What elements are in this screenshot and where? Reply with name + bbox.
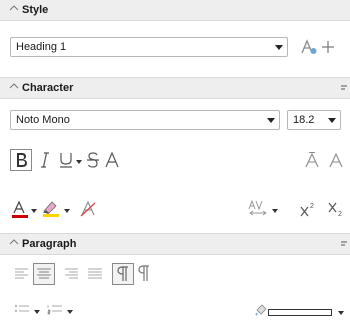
section-title: Style bbox=[22, 4, 49, 16]
align-right-icon[interactable] bbox=[63, 266, 79, 282]
font-color-dropdown-icon[interactable] bbox=[31, 209, 37, 213]
subscript-icon[interactable]: 2 bbox=[327, 199, 349, 221]
character-spacing-dropdown-icon[interactable] bbox=[272, 209, 278, 213]
collapse-icon[interactable] bbox=[9, 3, 19, 13]
dropdown-arrow-icon[interactable] bbox=[275, 45, 283, 50]
font-size-combo[interactable]: 18.2 bbox=[287, 110, 341, 130]
unordered-list-icon[interactable] bbox=[14, 303, 30, 317]
collapse-icon[interactable] bbox=[9, 237, 19, 247]
highlight-dropdown-icon[interactable] bbox=[64, 209, 70, 213]
font-color-icon[interactable] bbox=[10, 200, 30, 220]
clear-formatting-icon[interactable] bbox=[78, 199, 98, 219]
underline-dropdown-icon[interactable] bbox=[76, 160, 82, 164]
ordered-list-dropdown-icon[interactable] bbox=[67, 310, 73, 314]
collapse-icon[interactable] bbox=[9, 81, 19, 91]
rtl-direction-icon[interactable] bbox=[136, 264, 154, 284]
svg-text:2: 2 bbox=[310, 203, 314, 210]
italic-icon[interactable] bbox=[38, 151, 52, 169]
underline-icon[interactable] bbox=[58, 151, 74, 169]
svg-text:2: 2 bbox=[338, 211, 342, 218]
update-style-icon[interactable] bbox=[300, 38, 318, 56]
dropdown-arrow-icon[interactable] bbox=[267, 118, 275, 123]
justify-icon[interactable] bbox=[87, 266, 103, 282]
paragraph-style-combo[interactable]: Heading 1 bbox=[10, 37, 288, 57]
character-section-header[interactable]: Character bbox=[0, 77, 350, 99]
align-center-icon[interactable] bbox=[33, 263, 55, 285]
dropdown-arrow-icon[interactable] bbox=[328, 118, 336, 123]
paragraph-section-header[interactable]: Paragraph bbox=[0, 233, 350, 255]
section-title: Paragraph bbox=[22, 238, 77, 250]
style-section-header[interactable]: Style bbox=[0, 0, 350, 21]
font-size-value: 18.2 bbox=[293, 114, 315, 126]
font-name-value: Noto Mono bbox=[16, 114, 70, 126]
align-left-icon[interactable] bbox=[14, 266, 30, 282]
border-color-dropdown-icon[interactable] bbox=[338, 311, 344, 315]
ordered-list-icon[interactable] bbox=[47, 303, 63, 317]
paragraph-style-value: Heading 1 bbox=[16, 41, 67, 53]
bold-icon[interactable] bbox=[10, 149, 32, 171]
section-title: Character bbox=[22, 82, 74, 94]
increase-font-icon[interactable] bbox=[303, 151, 321, 169]
more-options-icon[interactable] bbox=[340, 239, 348, 249]
strikethrough-icon[interactable] bbox=[86, 151, 100, 169]
character-spacing-icon[interactable] bbox=[248, 199, 268, 219]
decrease-font-icon[interactable] bbox=[328, 152, 344, 168]
superscript-icon[interactable]: 2 bbox=[299, 199, 319, 219]
paragraph-background-icon[interactable] bbox=[254, 302, 268, 318]
ltr-direction-icon[interactable] bbox=[112, 263, 134, 285]
border-color-swatch[interactable] bbox=[268, 309, 332, 316]
new-style-icon[interactable] bbox=[320, 39, 336, 55]
shadow-icon[interactable] bbox=[104, 151, 120, 169]
unordered-list-dropdown-icon[interactable] bbox=[34, 310, 40, 314]
font-name-combo[interactable]: Noto Mono bbox=[10, 110, 280, 130]
more-options-icon[interactable] bbox=[340, 83, 348, 93]
highlight-color-icon[interactable] bbox=[41, 199, 61, 219]
